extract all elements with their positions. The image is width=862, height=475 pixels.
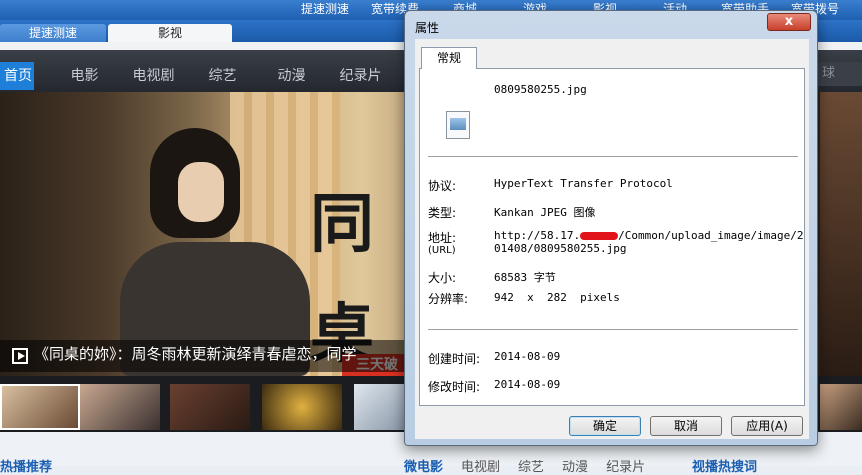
image-file-icon (446, 111, 470, 139)
properties-dialog: 属性 x 常规 0809580255.jpg 协议: HyperText Tra… (404, 10, 818, 446)
nav-item-variety[interactable]: 综艺 (188, 62, 257, 90)
thumbnail[interactable] (80, 384, 160, 430)
address-suffix: /Common/upload_image/image/2 (618, 229, 804, 242)
address-line-1[interactable]: http://58.17. /Common/upload_image/image/… (494, 229, 804, 242)
cancel-button[interactable]: 取消 (650, 416, 722, 436)
tab-general[interactable]: 常规 (421, 47, 477, 69)
dialog-body: 常规 0809580255.jpg 协议: HyperText Transfer… (415, 39, 809, 439)
top-link[interactable]: 提速测速 (290, 0, 360, 18)
created-label: 创建时间: (428, 352, 481, 366)
thumbnail[interactable] (820, 384, 862, 430)
apply-button[interactable]: 应用(A) (731, 416, 803, 436)
thumbnail[interactable] (262, 384, 342, 430)
nav-home[interactable]: 首页 (0, 62, 34, 90)
resolution-label: 分辨率: (428, 292, 469, 306)
hero-poster-text: 同桌 (310, 188, 374, 372)
hero-right-edge (820, 92, 862, 376)
ok-button[interactable]: 确定 (569, 416, 641, 436)
address-sub-label: (URL) (428, 245, 456, 256)
protocol-label: 协议: (428, 179, 457, 193)
hero-caption[interactable]: 《同桌的妳》：周冬雨林更新演绎青春虐恋，同学 (34, 343, 410, 365)
thumbnail[interactable] (354, 384, 404, 430)
divider (428, 156, 798, 157)
address-line-2[interactable]: 01408/0809580255.jpg (494, 242, 626, 255)
divider (428, 329, 798, 330)
close-button[interactable]: x (767, 13, 811, 31)
type-label: 类型: (428, 206, 457, 220)
address-label-text: 地址: (428, 231, 457, 245)
play-icon[interactable] (12, 348, 28, 364)
nav-item-anime[interactable]: 动漫 (257, 62, 326, 90)
resolution-value: 942 x 282 pixels (494, 291, 620, 304)
thumbnail[interactable] (0, 384, 80, 430)
thumbnail[interactable] (170, 384, 250, 430)
redaction-mark (580, 232, 619, 240)
nav-item-tv[interactable]: 电视剧 (119, 62, 188, 90)
hero-face (178, 162, 224, 222)
created-value: 2014-08-09 (494, 350, 561, 363)
general-panel: 0809580255.jpg 协议: HyperText Transfer Pr… (419, 68, 805, 406)
nav-item-movie[interactable]: 电影 (50, 62, 119, 90)
nav-items: 电影 电视剧 综艺 动漫 纪录片 (50, 62, 395, 90)
address-prefix: http://58.17. (494, 229, 581, 242)
nav-item-documentary[interactable]: 纪录片 (326, 62, 395, 90)
tab-speedtest[interactable]: 提速测速 (0, 24, 106, 42)
tab-video[interactable]: 影视 (108, 24, 232, 42)
size-label: 大小: (428, 271, 457, 285)
protocol-value: HyperText Transfer Protocol (494, 177, 673, 190)
type-value: Kankan JPEG 图像 (494, 206, 596, 219)
size-value: 68583 字节 (494, 271, 556, 284)
dialog-title: 属性 (415, 21, 440, 35)
modified-value: 2014-08-09 (494, 378, 561, 391)
modified-label: 修改时间: (428, 380, 481, 394)
file-name: 0809580255.jpg (494, 83, 587, 96)
address-label: 地址: (URL) (428, 229, 456, 256)
